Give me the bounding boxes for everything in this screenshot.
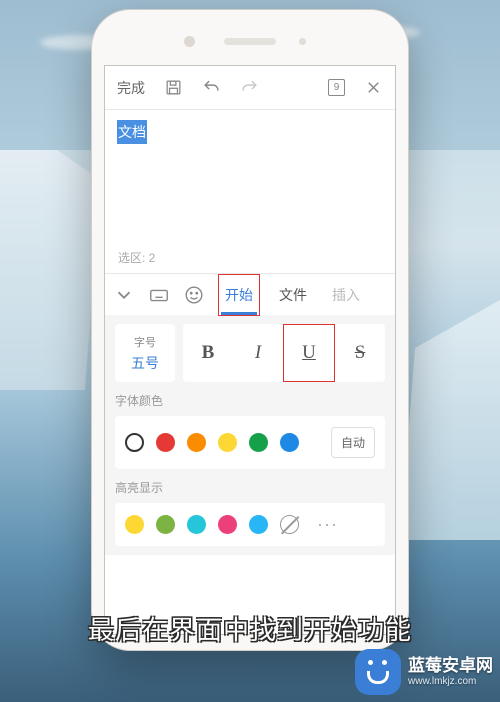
color-current[interactable] bbox=[125, 433, 144, 452]
watermark-icon bbox=[355, 649, 401, 695]
page-indicator[interactable]: 9 bbox=[328, 79, 345, 96]
highlight-swatch[interactable] bbox=[156, 515, 175, 534]
phone-frame: 完成 9 文档 选区: 2 开始 文件 插入 字号 五号 bbox=[92, 10, 408, 650]
watermark: 蓝莓安卓网 www.lmkjz.com bbox=[355, 649, 493, 695]
close-icon[interactable] bbox=[364, 78, 383, 97]
selection-info: 选区: 2 bbox=[118, 249, 155, 266]
selected-text[interactable]: 文档 bbox=[117, 120, 147, 144]
toolbar: 完成 9 bbox=[105, 66, 395, 110]
tab-file[interactable]: 文件 bbox=[273, 275, 313, 315]
format-panel: 字号 五号 B I U S 字体颜色 自动 高亮显示 bbox=[105, 315, 395, 555]
more-icon[interactable]: ··· bbox=[317, 514, 338, 535]
highlight-swatch[interactable] bbox=[218, 515, 237, 534]
save-icon[interactable] bbox=[164, 78, 183, 97]
done-button[interactable]: 完成 bbox=[117, 78, 145, 98]
auto-color-button[interactable]: 自动 bbox=[331, 427, 375, 458]
highlight-swatch[interactable] bbox=[125, 515, 144, 534]
underline-button[interactable]: U bbox=[283, 324, 335, 382]
undo-icon[interactable] bbox=[202, 78, 221, 97]
color-swatch[interactable] bbox=[249, 433, 268, 452]
watermark-name: 蓝莓安卓网 bbox=[408, 656, 493, 676]
text-format-group: B I U S bbox=[183, 324, 385, 382]
chevron-down-icon[interactable] bbox=[113, 284, 135, 306]
keyboard-icon[interactable] bbox=[148, 284, 170, 306]
strike-button[interactable]: S bbox=[335, 324, 385, 382]
italic-button[interactable]: I bbox=[233, 324, 283, 382]
bold-button[interactable]: B bbox=[183, 324, 233, 382]
screen: 完成 9 文档 选区: 2 开始 文件 插入 字号 五号 bbox=[104, 65, 396, 635]
color-swatch[interactable] bbox=[218, 433, 237, 452]
no-highlight-icon[interactable] bbox=[280, 515, 299, 534]
color-swatch[interactable] bbox=[280, 433, 299, 452]
font-size-picker[interactable]: 字号 五号 bbox=[115, 324, 175, 382]
document-area[interactable]: 文档 选区: 2 bbox=[105, 110, 395, 273]
highlight-swatch[interactable] bbox=[249, 515, 268, 534]
font-color-row: 自动 bbox=[115, 416, 385, 469]
color-swatch[interactable] bbox=[187, 433, 206, 452]
font-size-value: 五号 bbox=[131, 353, 159, 373]
emoji-icon[interactable] bbox=[183, 284, 205, 306]
redo-icon[interactable] bbox=[240, 78, 259, 97]
tab-insert[interactable]: 插入 bbox=[326, 275, 366, 315]
subtitle-caption: 最后在界面中找到开始功能 bbox=[88, 610, 412, 647]
tab-bar: 开始 文件 插入 bbox=[105, 273, 395, 315]
color-swatch[interactable] bbox=[156, 433, 175, 452]
font-size-label: 字号 bbox=[134, 334, 156, 350]
highlight-swatch[interactable] bbox=[187, 515, 206, 534]
tab-start[interactable]: 开始 bbox=[218, 274, 260, 316]
font-color-label: 字体颜色 bbox=[115, 392, 385, 409]
highlight-row: ··· bbox=[115, 503, 385, 546]
highlight-label: 高亮显示 bbox=[115, 479, 385, 496]
watermark-url: www.lmkjz.com bbox=[408, 676, 493, 688]
